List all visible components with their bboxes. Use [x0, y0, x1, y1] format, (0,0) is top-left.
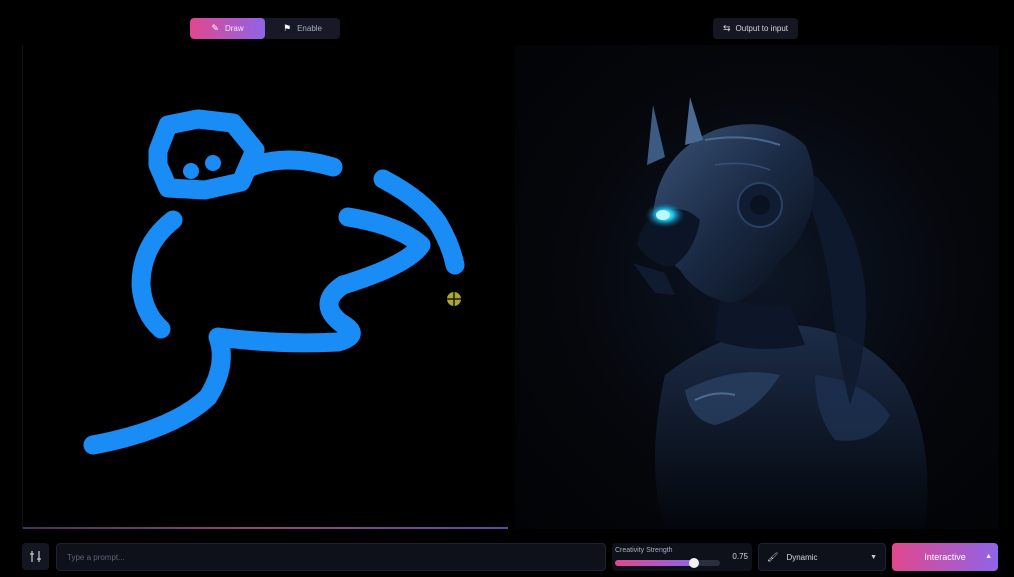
armored-figure-image	[633, 97, 928, 529]
canvas-accent-line	[23, 527, 508, 529]
sketch-torso	[131, 210, 183, 339]
swap-arrows-icon: ⇆	[722, 23, 731, 33]
creativity-strength-label: Creativity Strength	[615, 547, 673, 554]
prompt-input[interactable]	[56, 543, 606, 571]
interactive-button-label: Interactive	[924, 552, 966, 562]
slider-track[interactable]	[615, 558, 720, 568]
tab-draw[interactable]: ✎ Draw	[190, 18, 265, 39]
mode-toggle: ✎ Draw ⚑ Enable	[190, 18, 340, 39]
brush-icon: 🖌	[767, 551, 779, 562]
sliders-icon	[30, 551, 41, 562]
flag-icon: ⚑	[283, 23, 292, 33]
sketch-eye-left	[183, 163, 199, 179]
slider-thumb[interactable]	[688, 558, 699, 568]
sketch-drawing	[83, 109, 465, 455]
crosshair-cursor-icon	[447, 292, 461, 306]
sketch-eye-right	[205, 155, 221, 171]
drawing-canvas[interactable]	[22, 45, 508, 529]
output-to-input-label: Output to input	[735, 24, 789, 33]
creativity-strength-value: 0.75	[732, 552, 748, 561]
interactive-button[interactable]: Interactive ▲	[892, 543, 998, 571]
tab-draw-label: Draw	[224, 24, 244, 33]
generated-image	[515, 45, 999, 529]
sketch-head	[148, 109, 265, 200]
tab-enable-label: Enable	[297, 24, 322, 33]
settings-button[interactable]	[22, 543, 49, 570]
style-select[interactable]: 🖌 Dynamic ▼	[758, 543, 886, 571]
output-to-input-button[interactable]: ⇆ Output to input	[713, 18, 798, 39]
slider-fill	[615, 560, 694, 566]
creativity-strength-slider[interactable]: Creativity Strength 0.75	[612, 543, 752, 571]
pen-icon: ✎	[211, 23, 219, 33]
tab-enable[interactable]: ⚑ Enable	[265, 18, 340, 39]
sketch-arm-upper	[241, 150, 343, 177]
chevron-down-icon: ▼	[870, 553, 877, 561]
style-select-value: Dynamic	[786, 552, 818, 562]
chevron-up-icon: ▲	[985, 553, 992, 560]
app-window: ✎ Draw ⚑ Enable ⇆ Output to input Type a…	[0, 0, 1014, 577]
